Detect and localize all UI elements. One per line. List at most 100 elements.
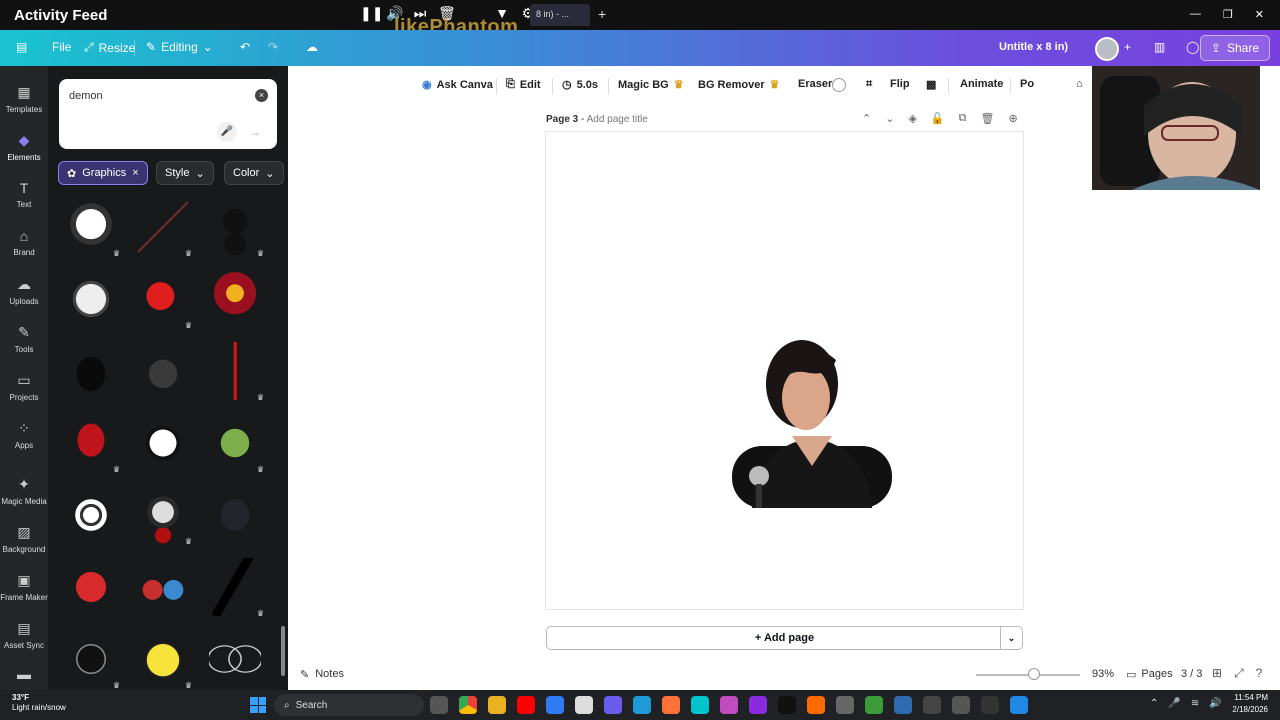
app-icon[interactable] — [1010, 696, 1028, 714]
weather-widget[interactable]: 33°F Light rain/snow — [12, 693, 66, 713]
insights-icon[interactable]: ▥ — [1154, 40, 1165, 54]
app-icon[interactable] — [865, 696, 883, 714]
rail-item-projects[interactable]: ▭ Projects — [0, 372, 48, 402]
graphic-red-mask[interactable]: ♛ — [60, 410, 122, 476]
taskbar-search[interactable]: ⌕ Search — [274, 694, 424, 716]
filter-chip-style[interactable]: Style ⌄ — [156, 161, 214, 185]
trash-icon[interactable]: 🗑 — [980, 112, 994, 125]
graphic-scorpion-gray[interactable] — [132, 338, 194, 404]
graphic-gothic-letter-a[interactable]: ♛ — [204, 554, 266, 620]
person-photo[interactable] — [732, 326, 892, 508]
duration-button[interactable]: ◷ 5.0s — [562, 78, 598, 92]
rail-item-elements[interactable]: ◆ Elements — [0, 132, 48, 162]
copilot-icon[interactable] — [604, 696, 622, 714]
graphic-red-imp[interactable]: ♛ — [132, 266, 194, 332]
lock-icon[interactable]: 🔓 — [931, 112, 945, 125]
rail-item-apps[interactable]: ⁘ Apps — [0, 420, 48, 450]
add-page-button[interactable]: + Add page ⌄ — [546, 626, 1023, 650]
graphic-red-trident[interactable]: ♛ — [204, 338, 266, 404]
avatar[interactable] — [1095, 37, 1119, 61]
clock[interactable]: 11:54 PM 2/18/2026 — [1200, 692, 1268, 716]
start-button[interactable] — [250, 697, 266, 713]
paint-roller-icon[interactable]: ⌂ — [1076, 78, 1083, 90]
app-icon[interactable] — [720, 696, 738, 714]
graphic-oni-mask[interactable] — [60, 554, 122, 620]
chevron-up-icon[interactable]: ⌃ — [1150, 698, 1158, 709]
graphic-dark-bat[interactable] — [204, 482, 266, 548]
comment-icon[interactable]: ◯ — [1186, 40, 1199, 54]
pause-icon[interactable]: ❚❚ — [360, 5, 383, 22]
app-icon[interactable] — [952, 696, 970, 714]
bg-remover-button[interactable]: BG Remover ♛ — [698, 78, 780, 92]
grid-view-icon[interactable]: ⊞ — [1212, 666, 1222, 681]
cloud-save-icon[interactable]: ☁ — [306, 40, 318, 54]
edge-icon[interactable] — [633, 696, 651, 714]
rail-item-tools[interactable]: ✎ Tools — [0, 324, 48, 354]
graphic-horned-beast[interactable]: ♛ — [60, 626, 122, 692]
chrome-icon[interactable] — [459, 696, 477, 714]
app-icon[interactable] — [807, 696, 825, 714]
panel-scrollbar[interactable] — [280, 196, 286, 684]
arrow-right-icon[interactable]: → — [245, 122, 265, 142]
notes-button[interactable]: ✎ Notes — [300, 668, 344, 681]
fullscreen-icon[interactable]: ⤢ — [1234, 666, 1244, 681]
rail-item-magic-media[interactable]: ✦ Magic Media — [0, 476, 48, 506]
add-collaborator-icon[interactable]: + — [1124, 40, 1131, 54]
close-icon[interactable]: ✕ — [1255, 8, 1264, 21]
rail-item-text[interactable]: T Text — [0, 180, 48, 209]
microphone-icon[interactable]: 🎤 — [217, 122, 237, 142]
graphic-werewolf-white[interactable] — [60, 266, 122, 332]
graphic-horned-girl[interactable] — [132, 410, 194, 476]
transparency-icon[interactable]: ▩ — [926, 78, 936, 91]
graphic-devil-figure-black[interactable]: ♛ — [204, 194, 266, 260]
ask-canva-button[interactable]: ◉ Ask Canva — [422, 78, 493, 92]
graphic-green-monster[interactable]: ♛ — [204, 410, 266, 476]
rail-item-frame-maker[interactable]: ▣ Frame Maker — [0, 572, 48, 602]
zoom-level[interactable]: 93% — [1092, 668, 1114, 680]
firefox-icon[interactable] — [662, 696, 680, 714]
store-icon[interactable] — [575, 696, 593, 714]
eraser-button[interactable]: Eraser — [798, 78, 832, 90]
zoom-slider-thumb[interactable] — [1028, 668, 1041, 680]
app-icon[interactable] — [894, 696, 912, 714]
pages-button[interactable]: ▭ Pages — [1126, 668, 1173, 681]
graphic-horn-outline[interactable] — [204, 626, 266, 692]
color-swatch[interactable] — [832, 78, 846, 92]
graphic-cartoon-demons[interactable] — [132, 554, 194, 620]
app-icon[interactable] — [778, 696, 796, 714]
position-button[interactable]: Po — [1020, 78, 1034, 90]
app-icon[interactable] — [981, 696, 999, 714]
crop-icon[interactable]: ⌗ — [866, 78, 872, 91]
resize-button[interactable]: ⤢ Resize — [84, 40, 135, 55]
clear-search-icon[interactable]: × — [255, 89, 268, 102]
graphic-demon-face-white[interactable]: ♛ — [60, 194, 122, 260]
rail-item-more[interactable]: ▬ — [0, 666, 48, 686]
scrollbar-thumb[interactable] — [281, 626, 285, 676]
add-page-icon[interactable]: ⊕ — [1008, 112, 1017, 125]
graphic-ornate-demon-white[interactable] — [60, 482, 122, 548]
duplicate-icon[interactable]: ⧉ — [959, 112, 967, 125]
graphic-horned-skull[interactable]: ♛ — [132, 482, 194, 548]
document-title[interactable]: Untitle x 8 in) — [999, 41, 1068, 53]
graphic-samurai-demon[interactable] — [204, 266, 266, 332]
graphic-devil-smiley[interactable]: ♛ — [132, 626, 194, 692]
edit-button[interactable]: ⎘ Edit — [506, 78, 541, 91]
editing-mode-button[interactable]: ✎ Editing ⌄ — [146, 40, 213, 54]
chevron-down-icon[interactable]: ⌄ — [885, 112, 894, 125]
minimize-icon[interactable]: — — [1190, 8, 1201, 21]
filter-chip-color[interactable]: Color ⌄ — [224, 161, 284, 185]
messenger-icon[interactable] — [546, 696, 564, 714]
maximize-icon[interactable]: ❐ — [1223, 8, 1233, 21]
undo-icon[interactable]: ↶ — [240, 40, 250, 54]
file-explorer-icon[interactable] — [488, 696, 506, 714]
redo-icon[interactable]: ↷ — [268, 40, 278, 54]
chevron-up-icon[interactable]: ⌃ — [862, 112, 871, 125]
canva-icon[interactable] — [691, 696, 709, 714]
file-menu[interactable]: File — [52, 40, 71, 54]
task-view-icon[interactable] — [430, 696, 448, 714]
rail-item-background[interactable]: ▨ Background — [0, 524, 48, 554]
browser-tab[interactable]: 8 in) - ... — [530, 4, 590, 26]
microphone-icon[interactable]: 🎤 — [1168, 698, 1180, 709]
rail-item-asset-sync[interactable]: ▤ Asset Sync — [0, 620, 48, 650]
rail-item-templates[interactable]: ▦ Templates — [0, 84, 48, 114]
